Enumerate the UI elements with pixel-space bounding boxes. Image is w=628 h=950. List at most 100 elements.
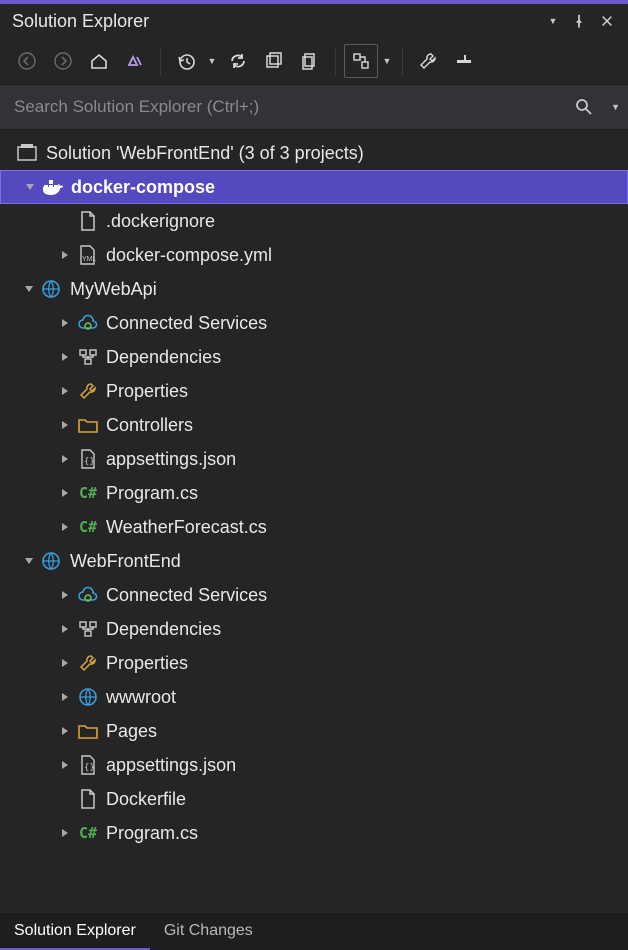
view-class-diagram-button[interactable] [344,44,378,78]
node-label: Connected Services [106,585,267,606]
expand-arrow[interactable] [56,654,74,672]
search-options-dropdown[interactable]: ▼ [611,102,620,112]
filter-dropdown[interactable]: ▼ [205,56,219,66]
tree-node[interactable]: Properties [0,374,628,408]
tree-node[interactable]: C# WeatherForecast.cs [0,510,628,544]
expand-arrow[interactable] [56,688,74,706]
expand-arrow[interactable] [56,722,74,740]
bottom-tabs: Solution ExplorerGit Changes [0,913,628,950]
properties-button[interactable] [411,44,445,78]
arrow-spacer [56,212,74,230]
forward-icon [53,51,73,71]
cs-icon: C# [76,516,100,538]
json-icon: {} [76,448,100,470]
expand-arrow[interactable] [20,280,38,298]
close-button[interactable] [596,10,618,32]
pin-button[interactable] [568,10,590,32]
expand-arrow[interactable] [56,416,74,434]
tree-node[interactable]: .dockerignore [0,204,628,238]
tree-view[interactable]: Solution 'WebFrontEnd' (3 of 3 projects)… [0,130,628,913]
expand-arrow[interactable] [56,518,74,536]
tab-git-changes[interactable]: Git Changes [150,914,267,950]
tree-node[interactable]: YMLdocker-compose.yml [0,238,628,272]
wrench-icon [418,51,438,71]
preview-button[interactable] [447,44,481,78]
node-label: Dependencies [106,619,221,640]
tree-node[interactable]: Properties [0,646,628,680]
expand-arrow[interactable] [56,246,74,264]
files-icon [300,51,320,71]
tree-node[interactable]: WebFrontEnd [0,544,628,578]
diagram-dropdown[interactable]: ▼ [380,56,394,66]
globe-icon [76,686,100,708]
expand-arrow[interactable] [56,348,74,366]
tree-node[interactable]: Connected Services [0,306,628,340]
cs-icon: C# [76,822,100,844]
expand-arrow[interactable] [56,450,74,468]
tree-node[interactable]: C#Program.cs [0,816,628,850]
refresh-icon [228,51,248,71]
tree-node[interactable]: Dependencies [0,340,628,374]
tree-node[interactable]: Controllers [0,408,628,442]
node-label: Pages [106,721,157,742]
expand-arrow[interactable] [20,552,38,570]
yml-icon: YML [76,244,100,266]
node-label: WeatherForecast.cs [106,517,267,538]
forward-button[interactable] [46,44,80,78]
tree-node[interactable]: MyWebApi [0,272,628,306]
titlebar: Solution Explorer ▼ [0,4,628,38]
home-icon [89,51,109,71]
tree-node[interactable]: {}appsettings.json [0,748,628,782]
folder-icon [76,414,100,436]
show-all-files-button[interactable] [293,44,327,78]
expand-arrow[interactable] [21,178,39,196]
cloud-icon [76,584,100,606]
search-icon [574,97,594,117]
expand-arrow[interactable] [56,586,74,604]
separator [402,47,403,75]
window-menu-button[interactable]: ▼ [540,10,562,32]
expand-arrow[interactable] [56,314,74,332]
expand-arrow[interactable] [56,382,74,400]
node-label: .dockerignore [106,211,215,232]
tree-node[interactable]: {}appsettings.json [0,442,628,476]
tree-node[interactable]: docker-compose [0,170,628,204]
tree-node[interactable]: wwwroot [0,680,628,714]
pending-changes-filter-button[interactable] [169,44,203,78]
tree-node[interactable]: Pages [0,714,628,748]
diagram-icon [351,51,371,71]
tree-node[interactable]: Dockerfile [0,782,628,816]
search-button[interactable] [569,97,599,117]
home-button[interactable] [82,44,116,78]
json-icon: {} [76,754,100,776]
expand-arrow[interactable] [56,620,74,638]
solution-node[interactable]: Solution 'WebFrontEnd' (3 of 3 projects) [0,136,628,170]
switch-views-button[interactable] [118,44,152,78]
preview-icon [454,51,474,71]
chevron-down-icon: ▼ [549,16,558,26]
node-label: Controllers [106,415,193,436]
sync-button[interactable] [221,44,255,78]
wrench-icon [76,380,100,402]
web-icon [40,550,64,572]
wrench-icon [76,652,100,674]
search-input[interactable] [8,89,561,125]
node-label: Program.cs [106,483,198,504]
expand-arrow[interactable] [56,824,74,842]
tab-solution-explorer[interactable]: Solution Explorer [0,914,150,950]
expand-arrow[interactable] [56,756,74,774]
tree-node[interactable]: Dependencies [0,612,628,646]
expand-arrow[interactable] [56,484,74,502]
collapse-all-button[interactable] [257,44,291,78]
node-label: Properties [106,653,188,674]
collapse-icon [264,51,284,71]
back-button[interactable] [10,44,44,78]
docker-icon [41,176,65,198]
solution-label: Solution 'WebFrontEnd' (3 of 3 projects) [46,143,364,164]
arrow-spacer [56,790,74,808]
node-label: wwwroot [106,687,176,708]
svg-text:{}: {} [84,763,95,773]
node-label: Dockerfile [106,789,186,810]
tree-node[interactable]: C#Program.cs [0,476,628,510]
tree-node[interactable]: Connected Services [0,578,628,612]
